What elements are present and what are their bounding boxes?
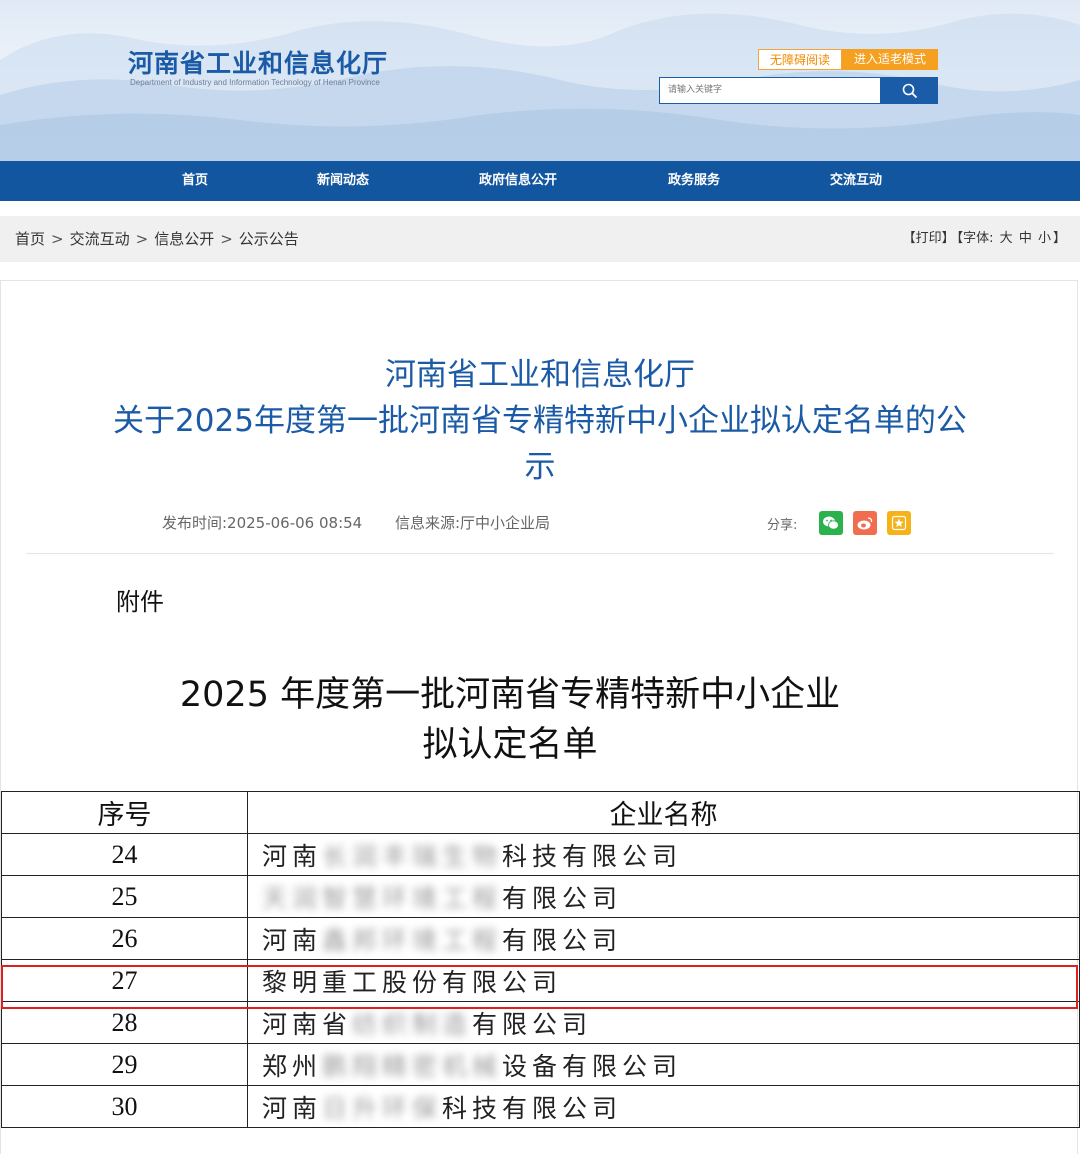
- company-name-suffix: 科技有限公司: [442, 1093, 623, 1123]
- nav-item-news[interactable]: 新闻动态: [317, 161, 369, 201]
- list-title-line: 拟认定名单: [422, 725, 598, 765]
- article-title-line: 关于2025年度第一批河南省专精特新中小企业拟认定名单的公: [113, 403, 967, 439]
- table-row: 26 河南鑫邦环境工程有限公司: [1, 917, 1080, 960]
- main-nav: 首页 新闻动态 政府信息公开 政务服务 交流互动: [0, 161, 1080, 201]
- company-name-redacted: 天润智慧环境工程: [262, 883, 503, 913]
- accessibility-button[interactable]: 无障碍阅读: [758, 49, 842, 70]
- column-header-number: 序号: [1, 791, 248, 834]
- font-size-close: 】: [1052, 231, 1066, 246]
- row-number: 24: [1, 833, 248, 876]
- site-subtitle: Department of Industry and Information T…: [130, 78, 380, 87]
- company-name-visible: 黎明重工股份有限公司: [262, 967, 563, 997]
- search-button[interactable]: [881, 77, 938, 104]
- page-tools: 【打印】 【字体: 大 中 小】: [901, 216, 1066, 262]
- table-row-highlighted: 27 黎明重工股份有限公司: [1, 959, 1080, 1002]
- weibo-icon: [857, 517, 873, 530]
- row-number: 30: [1, 1085, 248, 1128]
- breadcrumb-interaction[interactable]: 交流互动: [70, 230, 130, 248]
- table-row: 28 河南省纺织制造有限公司: [1, 1001, 1080, 1044]
- row-number: 29: [1, 1043, 248, 1086]
- company-name: 郑州鹏翔精密机械设备有限公司: [247, 1043, 1080, 1086]
- company-name: 河南日升环保科技有限公司: [247, 1085, 1080, 1128]
- company-name-visible: 河南省: [262, 1009, 353, 1039]
- font-large-button[interactable]: 大: [1000, 231, 1013, 246]
- share-favorite-button[interactable]: [887, 511, 911, 535]
- company-name: 河南长润丰瑞生物科技有限公司: [247, 833, 1080, 876]
- row-number: 28: [1, 1001, 248, 1044]
- table-row: 30 河南日升环保科技有限公司: [1, 1085, 1080, 1128]
- company-name-suffix: 科技有限公司: [502, 841, 683, 871]
- search-icon: [902, 83, 917, 98]
- info-source: 信息来源:厅中小企业局: [395, 514, 551, 532]
- breadcrumb-notice[interactable]: 公示公告: [239, 230, 299, 248]
- font-size-label: 【字体:: [956, 231, 994, 246]
- company-name-visible: 河南: [262, 925, 323, 955]
- elder-mode-button[interactable]: 进入适老模式: [842, 49, 938, 70]
- share-weibo-button[interactable]: [853, 511, 877, 535]
- article-title-line: 示: [524, 449, 556, 485]
- company-name-suffix: 有限公司: [472, 1009, 593, 1039]
- row-number: 25: [1, 875, 248, 918]
- company-name: 河南鑫邦环境工程有限公司: [247, 917, 1080, 960]
- nav-item-interaction[interactable]: 交流互动: [830, 161, 882, 201]
- list-title-line: 2025 年度第一批河南省专精特新中小企业: [179, 675, 841, 715]
- company-name-redacted: 鹏翔精密机械: [322, 1051, 503, 1081]
- company-name: 河南省纺织制造有限公司: [247, 1001, 1080, 1044]
- row-number: 26: [1, 917, 248, 960]
- publish-time: 发布时间:2025-06-06 08:54: [162, 514, 363, 532]
- nav-item-services[interactable]: 政务服务: [668, 161, 720, 201]
- share-label: 分享:: [767, 518, 798, 533]
- breadcrumb-bar: 首页 > 交流互动 > 信息公开 > 公示公告 【打印】 【字体: 大 中 小】: [0, 216, 1080, 262]
- table-header-row: 序号 企业名称: [1, 791, 1080, 834]
- article-title: 河南省工业和信息化厅 关于2025年度第一批河南省专精特新中小企业拟认定名单的公…: [0, 352, 1080, 490]
- breadcrumb-separator: >: [51, 230, 64, 248]
- font-medium-button[interactable]: 中: [1019, 231, 1032, 246]
- breadcrumb-separator: >: [135, 230, 149, 248]
- attachment-label: 附件: [116, 588, 164, 616]
- company-name-suffix: 有限公司: [502, 925, 623, 955]
- wechat-icon: [823, 516, 839, 530]
- share-wechat-button[interactable]: [819, 511, 843, 535]
- company-name: 黎明重工股份有限公司: [247, 959, 1080, 1002]
- breadcrumb-separator: >: [220, 230, 233, 248]
- breadcrumb-info-public[interactable]: 信息公开: [154, 230, 214, 248]
- breadcrumb-home[interactable]: 首页: [15, 230, 45, 248]
- company-name-suffix: 有限公司: [502, 883, 623, 913]
- article-title-line: 河南省工业和信息化厅: [385, 357, 695, 393]
- search-input[interactable]: 请输入关键字: [659, 77, 881, 104]
- list-title: 2025 年度第一批河南省专精特新中小企业 拟认定名单: [0, 670, 1020, 770]
- print-button[interactable]: 【打印】: [903, 231, 955, 246]
- site-title[interactable]: 河南省工业和信息化厅: [128, 44, 388, 80]
- nav-item-home[interactable]: 首页: [182, 161, 208, 201]
- table-row: 29 郑州鹏翔精密机械设备有限公司: [1, 1043, 1080, 1086]
- company-name-redacted: 日升环保: [322, 1093, 443, 1123]
- company-name: 天润智慧环境工程有限公司: [247, 875, 1080, 918]
- table-row: 24 河南长润丰瑞生物科技有限公司: [1, 833, 1080, 876]
- company-name-redacted: 纺织制造: [352, 1009, 473, 1039]
- site-header: 河南省工业和信息化厅 Department of Industry and In…: [0, 0, 1080, 161]
- company-name-redacted: 鑫邦环境工程: [322, 925, 503, 955]
- font-small-button[interactable]: 小: [1038, 231, 1051, 246]
- company-list-table: 序号 企业名称 24 河南长润丰瑞生物科技有限公司 25 天润智慧环境工程有限公…: [1, 791, 1080, 1128]
- nav-item-gov-info[interactable]: 政府信息公开: [479, 161, 557, 201]
- company-name-visible: 郑州: [262, 1051, 323, 1081]
- breadcrumb: 首页 > 交流互动 > 信息公开 > 公示公告: [15, 216, 299, 262]
- company-name-suffix: 设备有限公司: [502, 1051, 683, 1081]
- column-header-company: 企业名称: [247, 791, 1080, 834]
- company-name-visible: 河南: [262, 841, 323, 871]
- row-number: 27: [1, 959, 248, 1002]
- company-name-redacted: 长润丰瑞生物: [322, 841, 503, 871]
- article-divider: [26, 553, 1054, 554]
- table-row: 25 天润智慧环境工程有限公司: [1, 875, 1080, 918]
- company-name-visible: 河南: [262, 1093, 323, 1123]
- favorite-icon: [891, 515, 907, 531]
